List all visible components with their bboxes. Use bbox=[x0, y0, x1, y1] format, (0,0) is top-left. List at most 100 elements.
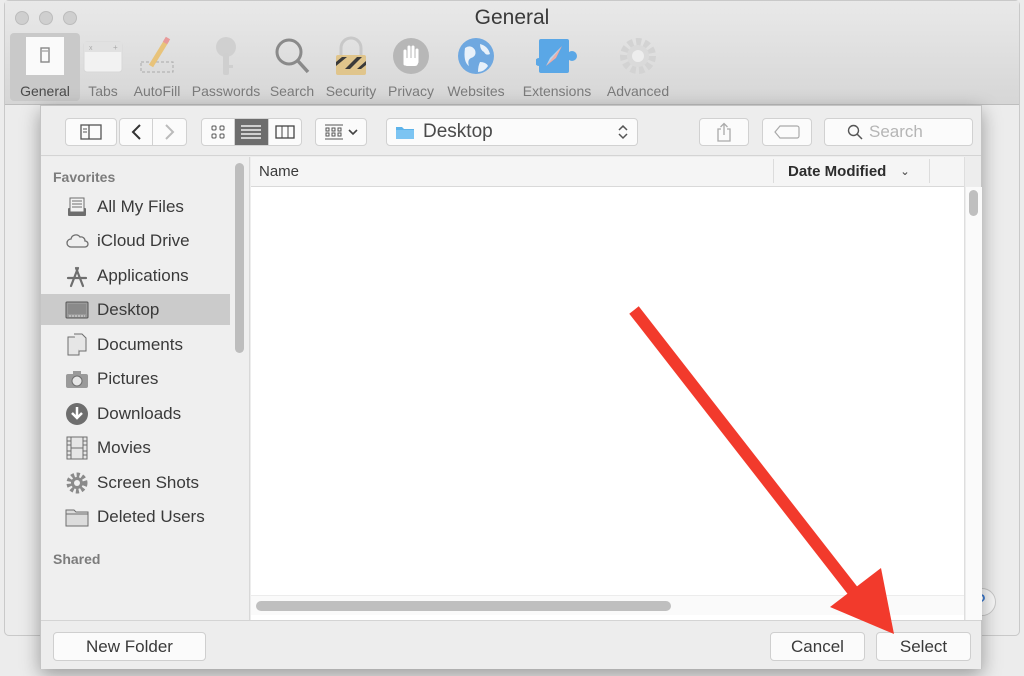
preferences-toolbar: General x + Tabs AutoFill Passwords Sear… bbox=[10, 33, 674, 103]
tab-tabs[interactable]: x + Tabs bbox=[80, 33, 126, 101]
cancel-button[interactable]: Cancel bbox=[770, 632, 865, 661]
vertical-scrollbar[interactable] bbox=[966, 187, 982, 620]
icon-view-icon bbox=[211, 125, 225, 139]
tab-label: Privacy bbox=[388, 83, 434, 99]
arrange-menu-button[interactable] bbox=[315, 118, 367, 146]
column-header-label: Date Modified bbox=[788, 163, 887, 180]
gear-icon bbox=[617, 35, 659, 77]
column-divider[interactable] bbox=[929, 159, 930, 183]
sidebar-item-downloads[interactable]: Downloads bbox=[41, 398, 230, 429]
file-list: Name Date Modified ⌄ bbox=[251, 157, 965, 620]
sidebar-item-desktop[interactable]: Desktop bbox=[41, 294, 230, 325]
tab-label: Extensions bbox=[522, 83, 592, 99]
arrange-grid-icon bbox=[324, 124, 343, 140]
sidebar: Favorites All My Files iCloud Drive Appl… bbox=[41, 157, 250, 655]
location-popup[interactable]: Desktop bbox=[386, 118, 638, 146]
select-button[interactable]: Select bbox=[876, 632, 971, 661]
sidebar-scrollbar[interactable] bbox=[235, 163, 244, 353]
sidebar-item-applications[interactable]: Applications bbox=[41, 260, 230, 291]
sidebar-item-icloud-drive[interactable]: iCloud Drive bbox=[41, 225, 230, 256]
sidebar-item-label: Screen Shots bbox=[97, 472, 200, 492]
column-header-name[interactable]: Name bbox=[259, 163, 299, 180]
search-field[interactable] bbox=[824, 118, 973, 146]
tab-general[interactable]: General bbox=[10, 33, 80, 101]
gear-icon bbox=[64, 470, 90, 496]
sidebar-item-pictures[interactable]: Pictures bbox=[41, 363, 230, 394]
up-down-chevron-icon bbox=[618, 124, 628, 140]
cloud-icon bbox=[64, 228, 90, 254]
share-button[interactable] bbox=[699, 118, 749, 146]
tabs-icon: x + bbox=[82, 35, 124, 77]
sidebar-item-label: Movies bbox=[97, 437, 151, 457]
sidebar-item-deleted-users[interactable]: Deleted Users bbox=[41, 501, 230, 532]
tab-privacy[interactable]: Privacy bbox=[382, 33, 440, 101]
back-button[interactable] bbox=[120, 119, 154, 145]
tab-label: Passwords bbox=[191, 83, 261, 99]
title-bar: General General x + Tabs AutoFill Passwo… bbox=[5, 1, 1019, 105]
window-title: General bbox=[474, 6, 550, 29]
new-folder-button[interactable]: New Folder bbox=[53, 632, 206, 661]
sidebar-item-label: iCloud Drive bbox=[97, 230, 190, 250]
sidebar-item-label: Applications bbox=[97, 265, 189, 285]
search-icon bbox=[847, 124, 863, 140]
sheet-footer: New Folder Cancel Select bbox=[41, 620, 981, 669]
sidebar-item-screen-shots[interactable]: Screen Shots bbox=[41, 467, 230, 498]
sidebar-toggle-icon bbox=[80, 124, 102, 140]
camera-icon bbox=[64, 366, 90, 392]
tab-label: Websites bbox=[447, 83, 505, 99]
globe-icon bbox=[455, 35, 497, 77]
hand-icon bbox=[390, 35, 432, 77]
sidebar-item-label: All My Files bbox=[97, 196, 184, 216]
tab-security[interactable]: Security bbox=[320, 33, 382, 101]
sort-chevron-icon: ⌄ bbox=[900, 166, 910, 178]
open-panel-sheet: Desktop Favorites All My Files iCloud Dr… bbox=[40, 105, 982, 669]
sheet-toolbar: Desktop bbox=[41, 106, 981, 156]
column-header-row: Name Date Modified ⌄ bbox=[251, 157, 964, 187]
column-header-date-modified[interactable]: Date Modified ⌄ bbox=[788, 163, 910, 180]
svg-text:x: x bbox=[89, 45, 93, 52]
location-label: Desktop bbox=[423, 121, 493, 142]
sidebar-item-all-my-files[interactable]: All My Files bbox=[41, 191, 230, 222]
chevron-left-icon bbox=[131, 124, 141, 140]
key-icon bbox=[205, 35, 247, 77]
sidebar-item-label: Desktop bbox=[97, 299, 160, 319]
folder-icon bbox=[64, 504, 90, 530]
tab-label: Tabs bbox=[88, 83, 118, 99]
column-view-icon bbox=[275, 125, 295, 139]
sidebar-toggle-button[interactable] bbox=[65, 118, 117, 146]
tab-advanced[interactable]: Advanced bbox=[602, 33, 674, 101]
view-mode-control bbox=[201, 118, 302, 146]
forward-button[interactable] bbox=[153, 119, 186, 145]
list-view-button[interactable] bbox=[235, 119, 269, 145]
horizontal-scroll-thumb[interactable] bbox=[256, 601, 671, 611]
folder-icon bbox=[396, 127, 414, 139]
search-input[interactable] bbox=[869, 122, 964, 142]
tag-button[interactable] bbox=[762, 118, 812, 146]
all-files-icon bbox=[64, 194, 90, 220]
back-forward-control bbox=[119, 118, 187, 146]
documents-icon bbox=[64, 332, 90, 358]
column-view-button[interactable] bbox=[269, 119, 301, 145]
horizontal-scrollbar[interactable] bbox=[251, 595, 964, 615]
chevron-down-icon bbox=[347, 129, 358, 136]
download-icon bbox=[64, 401, 90, 427]
icon-view-button[interactable] bbox=[202, 119, 236, 145]
vertical-scroll-thumb[interactable] bbox=[969, 190, 978, 216]
tab-search[interactable]: Search bbox=[264, 33, 320, 101]
share-icon bbox=[717, 122, 731, 142]
desktop-icon bbox=[64, 297, 90, 323]
sidebar-item-label: Documents bbox=[97, 334, 183, 354]
tab-websites[interactable]: Websites bbox=[440, 33, 512, 101]
tab-label: General bbox=[20, 83, 70, 99]
tab-autofill[interactable]: AutoFill bbox=[126, 33, 188, 101]
sidebar-item-label: Downloads bbox=[97, 403, 182, 423]
sidebar-item-documents[interactable]: Documents bbox=[41, 329, 230, 360]
pencil-icon bbox=[136, 35, 178, 77]
sidebar-item-movies[interactable]: Movies bbox=[41, 432, 230, 463]
list-view-icon bbox=[241, 125, 262, 139]
column-divider[interactable] bbox=[773, 159, 774, 183]
tab-passwords[interactable]: Passwords bbox=[188, 33, 264, 101]
sidebar-item-label: Pictures bbox=[97, 368, 159, 388]
tab-extensions[interactable]: Extensions bbox=[512, 33, 602, 101]
applications-icon bbox=[64, 263, 90, 289]
